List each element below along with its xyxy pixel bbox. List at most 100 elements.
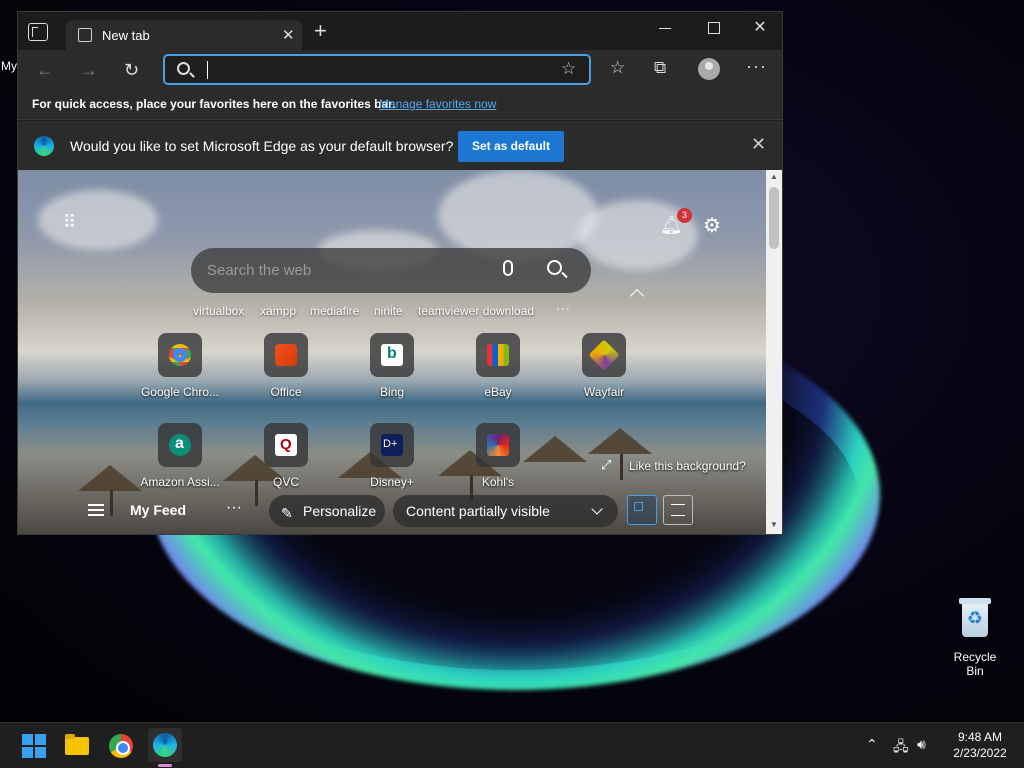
- bing-icon: [381, 344, 403, 366]
- tile-label: Amazon Assi...: [140, 475, 220, 489]
- feed-menu-hamburger-icon[interactable]: [88, 504, 104, 516]
- edge-taskbar-icon[interactable]: [148, 728, 182, 767]
- text-caret: [207, 61, 208, 79]
- collapse-chevron-icon[interactable]: [629, 288, 645, 304]
- start-windows-icon[interactable]: [19, 731, 49, 761]
- minimize-button[interactable]: [650, 17, 680, 39]
- manage-favorites-link[interactable]: Manage favorites now: [379, 97, 496, 111]
- bg-cloud: [38, 190, 158, 250]
- tile-label: eBay: [484, 385, 512, 399]
- scrollbar-thumb[interactable]: [769, 187, 779, 249]
- bg-hut-post: [620, 454, 623, 480]
- tile-label: Bing: [379, 385, 405, 399]
- chrome-icon: [169, 344, 191, 366]
- address-input[interactable]: [205, 60, 545, 80]
- taskbar-clock[interactable]: 9:48 AM 2/23/2022: [945, 729, 1015, 761]
- quick-link-xampp[interactable]: xampp: [260, 304, 296, 318]
- content-visibility-dropdown[interactable]: Content partially visible: [393, 495, 618, 527]
- close-window-button[interactable]: ✕: [745, 17, 775, 39]
- quick-link-teamviewer[interactable]: teamviewer download: [418, 304, 534, 318]
- quick-link-virtualbox[interactable]: virtualbox: [193, 304, 244, 318]
- tile-google-chrome[interactable]: Google Chro...: [137, 333, 223, 399]
- tile-office[interactable]: Office: [243, 333, 329, 399]
- clock-date: 2/23/2022: [953, 746, 1007, 760]
- quick-links-more-icon[interactable]: ···: [556, 300, 570, 316]
- recycle-bin-label: Recycle Bin: [953, 650, 997, 678]
- set-as-default-button[interactable]: Set as default: [458, 131, 564, 162]
- profile-avatar-icon[interactable]: [698, 58, 720, 80]
- taskbar: ⌃ 🖧︎ 🔊︎ 9:48 AM 2/23/2022: [0, 722, 1024, 768]
- tab-new-tab[interactable]: New tab ✕: [66, 20, 302, 50]
- chrome-taskbar-icon[interactable]: [106, 731, 136, 761]
- tab-actions-icon[interactable]: [28, 23, 48, 41]
- chevron-down-icon: [591, 503, 603, 515]
- address-search-icon: [177, 62, 190, 75]
- desktop-icon-partial-label[interactable]: My: [1, 59, 17, 73]
- web-search-input[interactable]: [207, 260, 487, 280]
- wayfair-icon: [588, 339, 620, 371]
- tray-overflow-chevron-icon[interactable]: ⌃: [866, 736, 878, 753]
- tile-wayfair[interactable]: Wayfair: [561, 333, 647, 399]
- volume-icon[interactable]: 🔊︎: [917, 736, 926, 753]
- tile-disney-plus[interactable]: Disney+: [349, 423, 435, 489]
- expand-background-icon[interactable]: ⤢: [601, 457, 611, 473]
- web-search-box[interactable]: [191, 248, 591, 293]
- default-browser-infobar: Would you like to set Microsoft Edge as …: [18, 121, 782, 170]
- tile-label: Wayfair: [583, 385, 625, 399]
- collections-icon[interactable]: ⧉: [654, 58, 666, 78]
- app-launcher-icon[interactable]: ⠿: [63, 213, 81, 235]
- network-icon[interactable]: 🖧︎: [893, 736, 909, 760]
- tile-ebay[interactable]: eBay: [455, 333, 541, 399]
- bg-hut: [588, 428, 652, 454]
- quick-link-mediafire[interactable]: mediafire: [310, 304, 359, 318]
- tile-kohls[interactable]: Kohl's: [455, 423, 541, 489]
- infobar-close-icon[interactable]: ✕: [751, 134, 766, 155]
- file-explorer-icon[interactable]: [62, 731, 92, 761]
- feed-more-icon[interactable]: ···: [226, 499, 242, 517]
- scroll-down-arrow-icon[interactable]: ▼: [770, 520, 778, 529]
- page-settings-gear-icon[interactable]: ⚙: [703, 213, 721, 238]
- new-tab-favicon-icon: [78, 28, 92, 42]
- maximize-button[interactable]: [698, 17, 728, 39]
- tab-close-icon[interactable]: ✕: [282, 26, 295, 44]
- new-tab-page: ⠿ 🔔︎ 3 ⚙ virtualbox xampp mediafire nini…: [18, 170, 766, 534]
- disney-plus-icon: [381, 434, 403, 456]
- scroll-up-arrow-icon[interactable]: ▲: [770, 172, 778, 181]
- tile-qvc[interactable]: QVC: [243, 423, 329, 489]
- qvc-icon: [275, 434, 297, 456]
- amazon-icon: [169, 434, 191, 456]
- settings-more-icon[interactable]: ···: [746, 56, 767, 77]
- favorites-bar: For quick access, place your favorites h…: [18, 90, 782, 120]
- recycle-bin-icon: ♻: [957, 596, 993, 638]
- grid-layout-button[interactable]: [627, 495, 657, 525]
- new-tab-plus-icon[interactable]: +: [314, 20, 327, 42]
- quick-link-ninite[interactable]: ninite: [374, 304, 403, 318]
- address-bar[interactable]: ☆: [163, 54, 591, 85]
- list-layout-button[interactable]: [663, 495, 693, 525]
- my-feed-tab[interactable]: My Feed: [130, 502, 186, 518]
- forward-arrow-icon[interactable]: →: [80, 60, 98, 81]
- personalize-button[interactable]: ✎ Personalize: [269, 495, 385, 527]
- favorites-bar-message: For quick access, place your favorites h…: [32, 97, 396, 111]
- tile-amazon-assistant[interactable]: Amazon Assi...: [137, 423, 223, 489]
- web-search-magnifier-icon[interactable]: [547, 260, 562, 275]
- recycle-bin-desktop-icon[interactable]: ♻ Recycle Bin: [944, 596, 1006, 678]
- edge-browser-window: New tab ✕ + ✕ ← → ↻ ☆ ☆ ⧉ ··· For quick …: [17, 11, 783, 535]
- like-this-background-link[interactable]: Like this background?: [629, 459, 746, 473]
- tile-label: Kohl's: [481, 475, 515, 489]
- add-favorite-star-icon[interactable]: ☆: [561, 59, 576, 79]
- back-arrow-icon[interactable]: ←: [36, 60, 54, 81]
- clock-time: 9:48 AM: [957, 730, 1003, 744]
- refresh-icon[interactable]: ↻: [124, 60, 139, 81]
- feed-bar: My Feed ··· ✎ Personalize Content partia…: [18, 492, 766, 534]
- tile-bing[interactable]: Bing: [349, 333, 435, 399]
- tab-title: New tab: [102, 28, 150, 43]
- kohls-icon: [487, 434, 509, 456]
- pencil-icon: ✎: [281, 505, 293, 521]
- voice-search-mic-icon[interactable]: [503, 260, 513, 276]
- favorites-icon[interactable]: ☆: [610, 58, 625, 78]
- tab-strip: New tab ✕ + ✕: [18, 12, 782, 50]
- content-visibility-label: Content partially visible: [406, 503, 550, 519]
- tile-label: Office: [270, 385, 302, 399]
- page-scrollbar[interactable]: ▲ ▼: [766, 170, 782, 534]
